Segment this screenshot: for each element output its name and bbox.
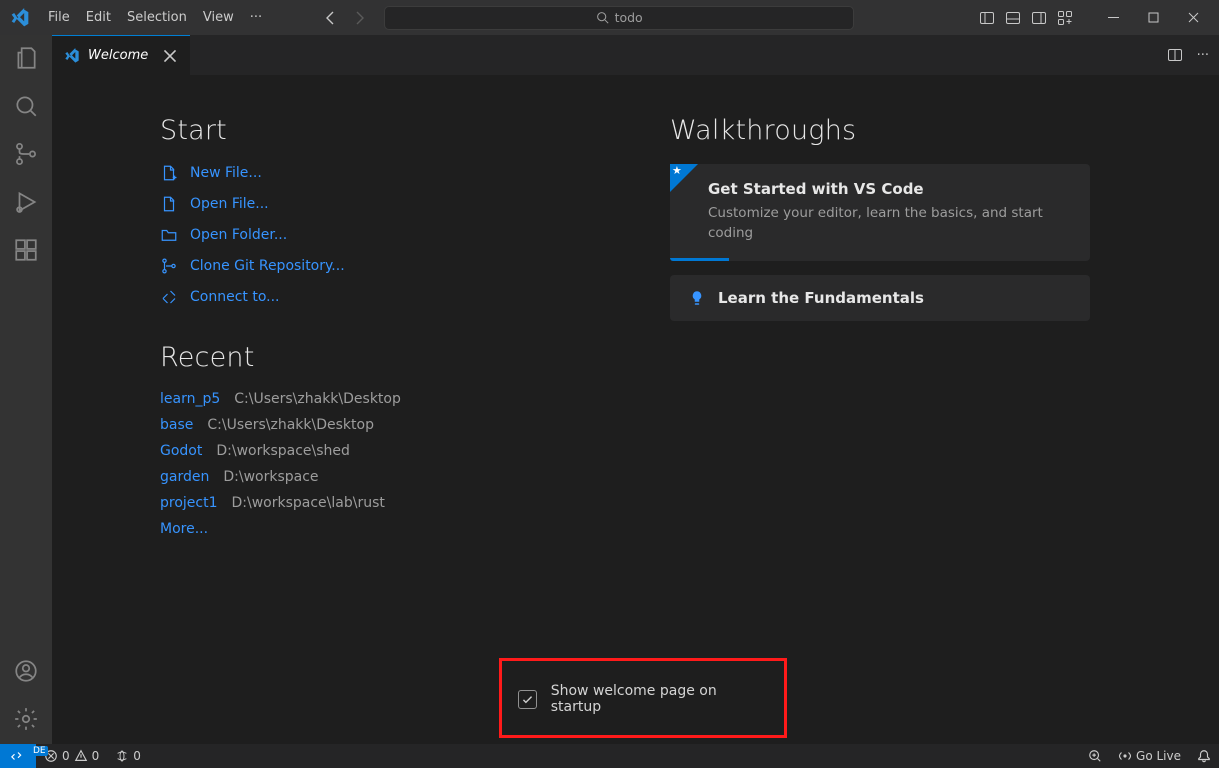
split-editor-icon[interactable]	[1167, 47, 1183, 63]
command-center-search[interactable]: todo	[384, 6, 854, 30]
recent-heading: Recent	[160, 342, 570, 373]
tab-title: Welcome	[88, 48, 148, 63]
recent-item[interactable]: learn_p5C:\Users\zhakk\Desktop	[160, 391, 570, 407]
clone-repo-label: Clone Git Repository...	[190, 258, 345, 274]
recent-item[interactable]: GodotD:\workspace\shed	[160, 443, 570, 459]
vscode-logo-icon	[10, 8, 30, 28]
status-go-live-label: Go Live	[1136, 749, 1181, 763]
open-file-label: Open File...	[190, 196, 269, 212]
language-badge: DE	[31, 746, 48, 756]
menu-overflow[interactable]: ···	[242, 6, 270, 29]
toggle-secondary-sidebar-icon[interactable]	[1031, 10, 1047, 26]
new-file-link[interactable]: New File...	[160, 164, 570, 182]
status-zoom[interactable]	[1080, 749, 1110, 763]
menu-view[interactable]: View	[195, 6, 242, 29]
run-debug-icon[interactable]	[13, 189, 39, 215]
search-text: todo	[615, 10, 643, 25]
start-heading: Start	[160, 115, 570, 146]
source-control-icon[interactable]	[13, 141, 39, 167]
status-notifications[interactable]	[1189, 749, 1219, 763]
settings-gear-icon[interactable]: DE	[13, 706, 39, 732]
recent-item[interactable]: baseC:\Users\zhakk\Desktop	[160, 417, 570, 433]
connect-to-link[interactable]: Connect to...	[160, 288, 570, 306]
walkthrough-desc: Customize your editor, learn the basics,…	[708, 204, 1072, 243]
toggle-primary-sidebar-icon[interactable]	[979, 10, 995, 26]
walkthroughs-heading: Walkthroughs	[670, 115, 1090, 146]
menu-file[interactable]: File	[40, 6, 78, 29]
show-welcome-highlight: Show welcome page on startup	[499, 658, 787, 738]
window-close-button[interactable]	[1173, 0, 1213, 35]
new-file-label: New File...	[190, 165, 262, 181]
open-folder-link[interactable]: Open Folder...	[160, 226, 570, 244]
recent-more-link[interactable]: More...	[160, 521, 570, 537]
clone-repo-link[interactable]: Clone Git Repository...	[160, 257, 570, 275]
tab-close-icon[interactable]	[162, 48, 178, 64]
customize-layout-icon[interactable]	[1057, 10, 1073, 26]
show-welcome-checkbox[interactable]	[518, 690, 537, 709]
walkthrough-learn-fundamentals[interactable]: Learn the Fundamentals	[670, 275, 1090, 321]
status-warnings-count: 0	[92, 749, 100, 763]
walkthrough-get-started[interactable]: ★ Get Started with VS Code Customize you…	[670, 164, 1090, 261]
walkthrough-progress	[670, 258, 729, 261]
status-ports[interactable]: 0	[107, 744, 149, 768]
open-file-link[interactable]: Open File...	[160, 195, 570, 213]
recent-list: learn_p5C:\Users\zhakk\Desktop baseC:\Us…	[160, 391, 570, 537]
walkthrough-row-title: Learn the Fundamentals	[718, 289, 924, 307]
search-icon[interactable]	[13, 93, 39, 119]
nav-back-icon[interactable]	[322, 10, 338, 26]
open-folder-label: Open Folder...	[190, 227, 287, 243]
window-maximize-button[interactable]	[1133, 0, 1173, 35]
status-go-live[interactable]: Go Live	[1110, 749, 1189, 763]
star-icon: ★	[672, 164, 682, 177]
nav-forward-icon[interactable]	[352, 10, 368, 26]
window-minimize-button[interactable]	[1093, 0, 1133, 35]
explorer-icon[interactable]	[13, 45, 39, 71]
status-ports-count: 0	[133, 749, 141, 763]
walkthrough-title: Get Started with VS Code	[708, 180, 1072, 198]
show-welcome-label: Show welcome page on startup	[551, 683, 768, 715]
editor-more-actions-icon[interactable]: ···	[1197, 48, 1209, 63]
menu-selection[interactable]: Selection	[119, 6, 195, 29]
status-errors-count: 0	[62, 749, 70, 763]
extensions-icon[interactable]	[13, 237, 39, 263]
connect-to-label: Connect to...	[190, 289, 280, 305]
tab-welcome[interactable]: Welcome	[52, 35, 190, 75]
recent-item[interactable]: gardenD:\workspace	[160, 469, 570, 485]
accounts-icon[interactable]	[13, 658, 39, 684]
recent-item[interactable]: project1D:\workspace\lab\rust	[160, 495, 570, 511]
menu-edit[interactable]: Edit	[78, 6, 119, 29]
toggle-panel-icon[interactable]	[1005, 10, 1021, 26]
